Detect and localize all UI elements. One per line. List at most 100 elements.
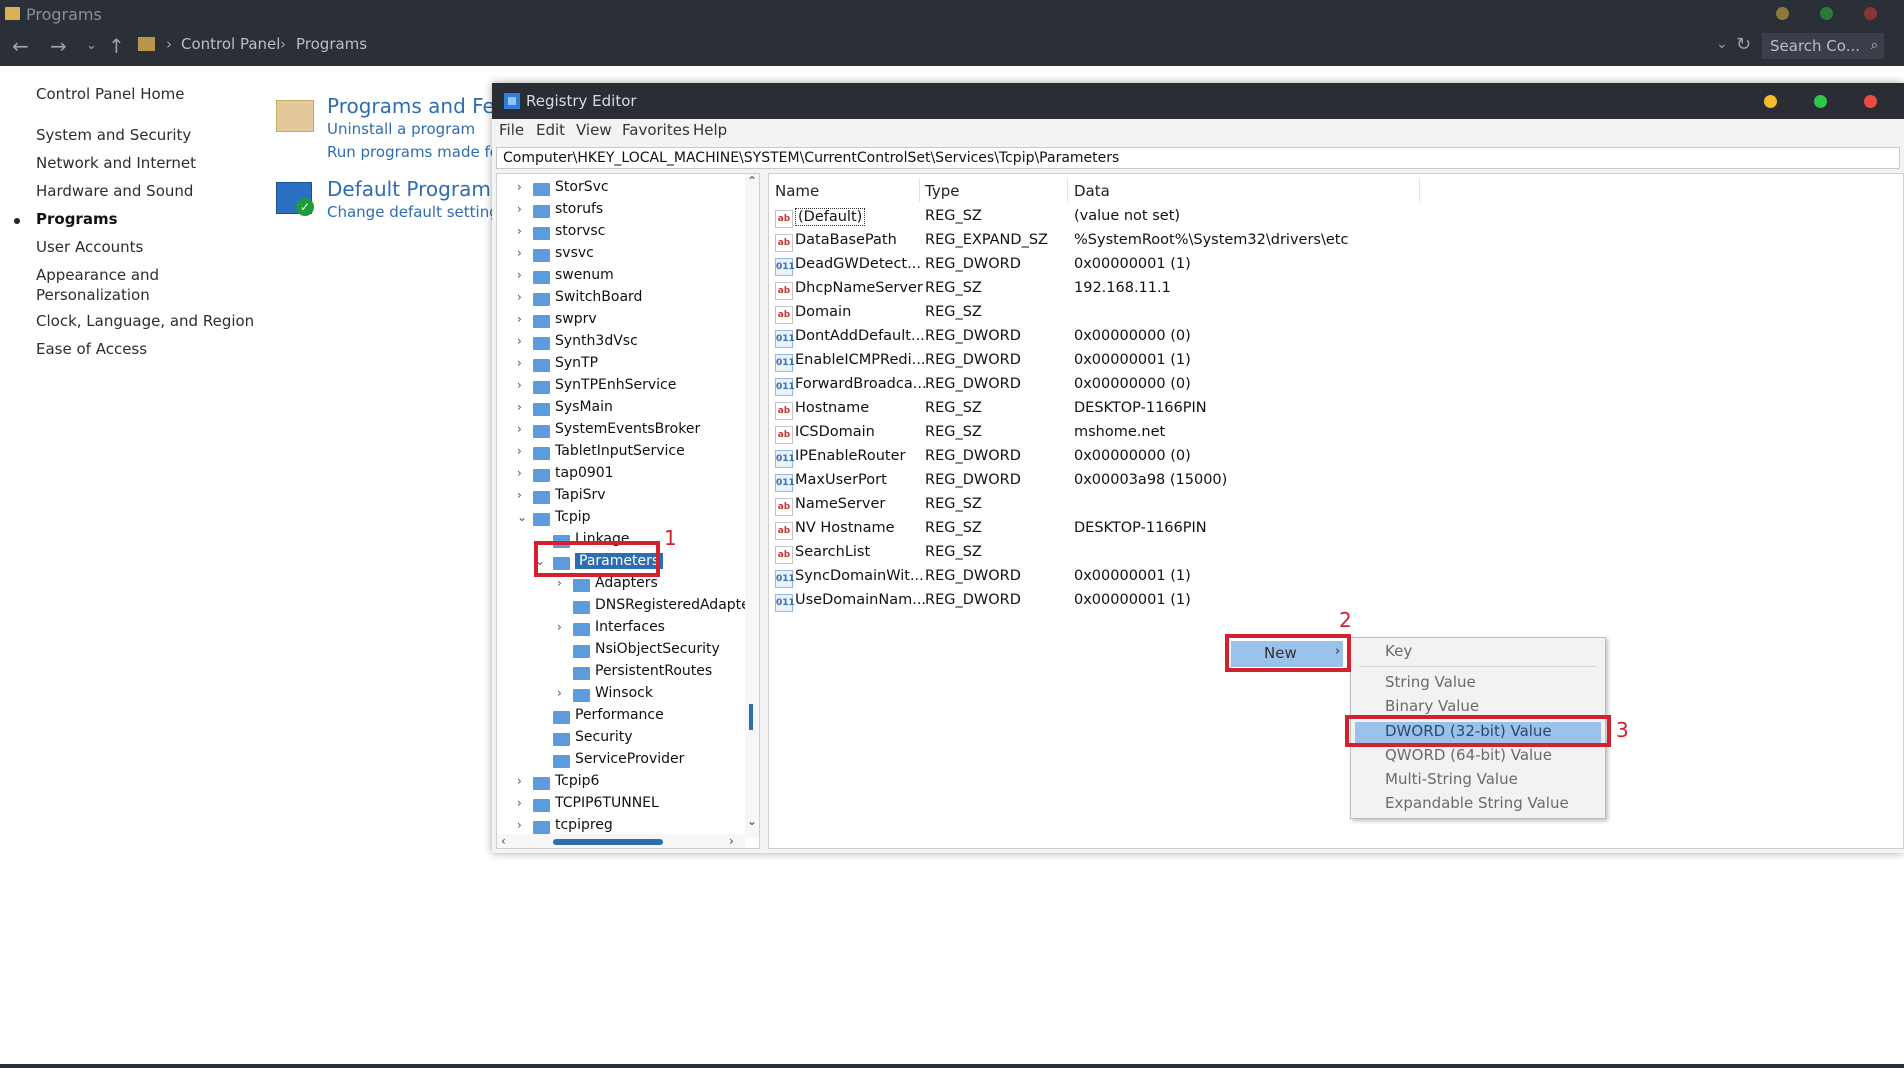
sidebar-programs[interactable]: Programs — [36, 210, 118, 228]
menu-favorites[interactable]: Favorites — [622, 121, 690, 139]
collapse-chevron-icon[interactable]: ⌄ — [517, 510, 529, 524]
menu-edit[interactable]: Edit — [536, 121, 565, 139]
table-row[interactable]: 011 SyncDomainWit... REG_DWORD 0x00000001 (… — [775, 566, 1335, 590]
menu-item-string-value[interactable]: String Value — [1385, 673, 1476, 691]
tree-vertical-scrollbar[interactable] — [745, 174, 759, 838]
scroll-up-arrow-icon[interactable]: ⌃ — [747, 174, 757, 188]
column-divider[interactable] — [1419, 178, 1420, 202]
table-row[interactable]: ab Hostname REG_SZ DESKTOP-1166PIN — [775, 398, 1335, 422]
dword-value-icon: 011 — [775, 450, 795, 468]
sidebar-personalization[interactable]: Personalization — [36, 286, 150, 304]
refresh-icon[interactable]: ↻ — [1736, 34, 1751, 55]
scroll-left-arrow-icon[interactable]: ‹ — [501, 834, 506, 848]
menu-item-binary-value[interactable]: Binary Value — [1385, 697, 1479, 715]
breadcrumb-control-panel[interactable]: Control Panel — [181, 35, 280, 53]
expand-chevron-icon[interactable]: › — [517, 466, 529, 480]
expand-chevron-icon[interactable]: › — [517, 246, 529, 260]
column-header-name[interactable]: Name — [775, 182, 819, 200]
table-row[interactable]: ab (Default) REG_SZ (value not set) — [775, 206, 1335, 230]
close-button[interactable] — [1864, 7, 1877, 20]
menu-file[interactable]: File — [499, 121, 524, 139]
tree-horizontal-scroll-thumb[interactable] — [553, 839, 663, 845]
default-programs-link[interactable]: Default Programs — [327, 177, 501, 201]
sidebar-appearance[interactable]: Appearance and — [36, 266, 159, 284]
run-programs-link[interactable]: Run programs made for — [327, 143, 505, 161]
sidebar-hardware-and-sound[interactable]: Hardware and Sound — [36, 182, 193, 200]
table-row[interactable]: 011 DeadGWDetect... REG_DWORD 0x00000001 (1… — [775, 254, 1335, 278]
menu-item-multi-string-value[interactable]: Multi-String Value — [1385, 770, 1518, 788]
expand-chevron-icon[interactable]: › — [517, 796, 529, 810]
sidebar-clock-language-region[interactable]: Clock, Language, and Region — [36, 312, 254, 330]
back-arrow-icon[interactable]: ← — [12, 34, 29, 58]
expand-chevron-icon[interactable]: › — [517, 422, 529, 436]
scroll-down-arrow-icon[interactable]: ⌄ — [747, 814, 757, 828]
sidebar-ease-of-access[interactable]: Ease of Access — [36, 340, 147, 358]
sidebar-network-and-internet[interactable]: Network and Internet — [36, 154, 196, 172]
tree-vertical-scroll-thumb[interactable] — [749, 704, 753, 730]
expand-chevron-icon[interactable]: › — [517, 312, 529, 326]
address-bar[interactable]: › Control Panel › Programs — [136, 35, 1716, 61]
sidebar-user-accounts[interactable]: User Accounts — [36, 238, 143, 256]
table-row[interactable]: ab NV Hostname REG_SZ DESKTOP-1166PIN — [775, 518, 1335, 542]
menu-item-qword-value[interactable]: QWORD (64-bit) Value — [1385, 746, 1552, 764]
breadcrumb-programs[interactable]: Programs — [296, 35, 367, 53]
folder-icon — [533, 447, 550, 460]
reg-close-button[interactable] — [1864, 95, 1877, 108]
expand-chevron-icon[interactable]: › — [517, 334, 529, 348]
checkmark-icon: ✓ — [296, 198, 314, 216]
table-row[interactable]: 011 UseDomainNam... REG_DWORD 0x00000001 (1… — [775, 590, 1335, 614]
table-row[interactable]: ab SearchList REG_SZ — [775, 542, 1335, 566]
expand-chevron-icon[interactable]: › — [517, 224, 529, 238]
table-row[interactable]: ab NameServer REG_SZ — [775, 494, 1335, 518]
expand-chevron-icon[interactable]: › — [557, 620, 569, 634]
expand-chevron-icon[interactable]: › — [517, 818, 529, 832]
minimize-button[interactable] — [1776, 7, 1789, 20]
column-divider[interactable] — [919, 178, 920, 202]
column-header-type[interactable]: Type — [925, 182, 959, 200]
table-row[interactable]: 011 MaxUserPort REG_DWORD 0x00003a98 (15000… — [775, 470, 1335, 494]
table-row[interactable]: 011 EnableICMPRedi... REG_DWORD 0x00000001 … — [775, 350, 1335, 374]
table-row[interactable]: ab DhcpNameServer REG_SZ 192.168.11.1 — [775, 278, 1335, 302]
expand-chevron-icon[interactable]: › — [517, 378, 529, 392]
menu-view[interactable]: View — [576, 121, 612, 139]
reg-minimize-button[interactable] — [1764, 95, 1777, 108]
table-row[interactable]: 011 ForwardBroadca... REG_DWORD 0x00000000 … — [775, 374, 1335, 398]
table-row[interactable]: 011 DontAddDefault... REG_DWORD 0x00000000 … — [775, 326, 1335, 350]
forward-arrow-icon[interactable]: → — [50, 34, 67, 58]
uninstall-program-link[interactable]: Uninstall a program — [327, 120, 475, 138]
menu-item-expandable-string-value[interactable]: Expandable String Value — [1385, 794, 1569, 812]
column-divider[interactable] — [1067, 178, 1068, 202]
expand-chevron-icon[interactable]: › — [517, 400, 529, 414]
registry-tree-pane[interactable]: › StorSvc › storufs › storvsc › svsvc › swenu… — [496, 173, 760, 849]
expand-chevron-icon[interactable]: › — [517, 774, 529, 788]
search-input[interactable]: Search Co... ⌕ — [1762, 33, 1884, 59]
expand-chevron-icon[interactable]: › — [517, 444, 529, 458]
recent-locations-chevron-icon[interactable]: ⌄ — [86, 38, 97, 53]
address-dropdown-icon[interactable]: ⌄ — [1716, 36, 1728, 52]
menu-help[interactable]: Help — [693, 121, 727, 139]
reg-maximize-button[interactable] — [1814, 95, 1827, 108]
table-row[interactable]: ab ICSDomain REG_SZ mshome.net — [775, 422, 1335, 446]
expand-chevron-icon[interactable]: › — [557, 686, 569, 700]
maximize-button[interactable] — [1820, 7, 1833, 20]
registry-path-bar[interactable]: Computer\HKEY_LOCAL_MACHINE\SYSTEM\Curre… — [496, 147, 1900, 169]
expand-chevron-icon[interactable]: › — [517, 290, 529, 304]
column-header-data[interactable]: Data — [1074, 182, 1110, 200]
change-default-settings-link[interactable]: Change default settings f — [327, 203, 517, 221]
expand-chevron-icon[interactable]: › — [517, 180, 529, 194]
registry-values-pane[interactable]: Name Type Data ab (Default) REG_SZ (value n… — [768, 173, 1904, 849]
scroll-right-arrow-icon[interactable]: › — [729, 834, 734, 848]
up-arrow-icon[interactable]: ↑ — [108, 34, 125, 58]
sidebar-system-and-security[interactable]: System and Security — [36, 126, 191, 144]
expand-chevron-icon[interactable]: › — [517, 268, 529, 282]
programs-and-features-link[interactable]: Programs and Feat — [327, 94, 515, 118]
expand-chevron-icon[interactable]: › — [557, 576, 569, 590]
sidebar-control-panel-home[interactable]: Control Panel Home — [36, 85, 185, 103]
expand-chevron-icon[interactable]: › — [517, 488, 529, 502]
table-row[interactable]: ab Domain REG_SZ — [775, 302, 1335, 326]
table-row[interactable]: 011 IPEnableRouter REG_DWORD 0x00000000 (0) — [775, 446, 1335, 470]
expand-chevron-icon[interactable]: › — [517, 202, 529, 216]
expand-chevron-icon[interactable]: › — [517, 356, 529, 370]
table-row[interactable]: ab DataBasePath REG_EXPAND_SZ %SystemRoot%\… — [775, 230, 1348, 254]
menu-item-key[interactable]: Key — [1385, 642, 1412, 660]
